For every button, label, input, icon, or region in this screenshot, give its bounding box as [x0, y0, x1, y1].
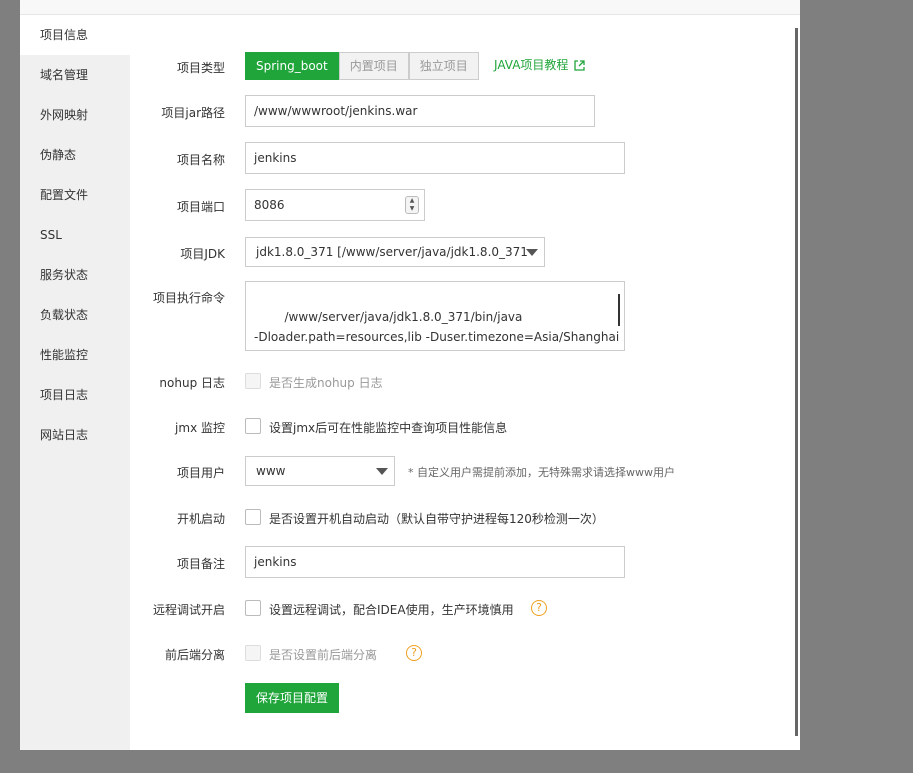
remote-debug-checkbox[interactable]	[245, 600, 261, 616]
exec-command-label: 项目执行命令	[152, 291, 225, 305]
jmx-monitor-label: jmx 监控	[175, 421, 225, 435]
jmx-monitor-row: jmx 监控 设置jmx后可在性能监控中查询项目性能信息	[130, 418, 790, 435]
type-option-spring-boot[interactable]: Spring_boot	[245, 52, 339, 80]
help-icon[interactable]: ?	[406, 645, 422, 661]
type-option-standalone[interactable]: 独立项目	[408, 52, 479, 80]
sidebar-item-ssl[interactable]: SSL	[20, 215, 130, 255]
project-name-label: 项目名称	[176, 153, 225, 167]
help-icon[interactable]: ?	[531, 600, 547, 616]
remote-debug-text: 设置远程调试，配合IDEA使用，生产环境慎用	[269, 603, 514, 617]
project-jdk-label: 项目JDK	[180, 247, 225, 261]
remark-row: 项目备注 jenkins	[130, 546, 790, 578]
project-user-hint: * 自定义用户需提前添加，无特殊需求请选择www用户	[408, 466, 675, 479]
port-stepper[interactable]: ▲ ▼	[405, 196, 419, 214]
sidebar-item-project-log[interactable]: 项目日志	[20, 375, 130, 415]
sidebar-item-domain-management[interactable]: 域名管理	[20, 55, 130, 95]
stepper-down-icon[interactable]: ▼	[406, 205, 418, 213]
sidebar-item-performance-monitor[interactable]: 性能监控	[20, 335, 130, 375]
stepper-up-icon[interactable]: ▲	[406, 197, 418, 205]
autostart-text: 是否设置开机自动启动（默认自带守护进程每120秒检测一次）	[269, 512, 604, 526]
project-type-toggle: Spring_boot 内置项目 独立项目	[245, 52, 479, 80]
frontend-separation-label: 前后端分离	[164, 648, 225, 662]
project-user-value: www	[256, 464, 286, 478]
save-row: 保存项目配置	[130, 683, 790, 713]
project-settings-dialog: 项目信息 域名管理 外网映射 伪静态 配置文件 SSL 服务状态 负载状态 性能…	[20, 0, 800, 750]
project-info-form: 项目类型 Spring_boot 内置项目 独立项目 JAVA项目教程 项目ja…	[130, 15, 800, 750]
project-user-row: 项目用户 www * 自定义用户需提前添加，无特殊需求请选择www用户	[130, 456, 790, 486]
autostart-checkbox[interactable]	[245, 509, 261, 525]
jmx-monitor-checkbox[interactable]	[245, 418, 261, 434]
chevron-down-icon	[526, 249, 538, 256]
project-name-row: 项目名称 jenkins	[130, 142, 790, 174]
remark-input[interactable]: jenkins	[245, 546, 625, 578]
project-user-select[interactable]: www	[245, 456, 395, 486]
project-jdk-select[interactable]: jdk1.8.0_371 [/www/server/java/jdk1.8.0_…	[245, 237, 545, 267]
type-option-builtin[interactable]: 内置项目	[338, 52, 409, 80]
save-config-button[interactable]: 保存项目配置	[245, 683, 340, 713]
nohup-log-row: nohup 日志 是否生成nohup 日志	[130, 373, 790, 390]
frontend-separation-text: 是否设置前后端分离	[269, 648, 378, 662]
project-port-row: 项目端口 8086 ▲ ▼	[130, 189, 790, 221]
project-type-label: 项目类型	[176, 61, 225, 75]
project-port-label: 项目端口	[176, 200, 225, 214]
sidebar-item-external-mapping[interactable]: 外网映射	[20, 95, 130, 135]
exec-command-value: /www/server/java/jdk1.8.0_371/bin/java -…	[254, 310, 620, 344]
jar-path-label: 项目jar路径	[161, 106, 225, 120]
page-scrollbar[interactable]	[795, 28, 798, 736]
autostart-row: 开机启动 是否设置开机自动启动（默认自带守护进程每120秒检测一次）	[130, 509, 790, 526]
java-tutorial-link[interactable]: JAVA项目教程	[494, 56, 586, 73]
nohup-log-checkbox[interactable]	[245, 373, 261, 389]
jmx-monitor-text: 设置jmx后可在性能监控中查询项目性能信息	[269, 421, 508, 435]
sidebar-item-service-status[interactable]: 服务状态	[20, 255, 130, 295]
project-user-label: 项目用户	[176, 466, 225, 480]
project-name-input[interactable]: jenkins	[245, 142, 625, 174]
sidebar-item-config-file[interactable]: 配置文件	[20, 175, 130, 215]
frontend-separation-checkbox[interactable]	[245, 645, 261, 661]
exec-command-row: 项目执行命令 /www/server/java/jdk1.8.0_371/bin…	[130, 281, 790, 351]
jar-path-input[interactable]: /www/wwwroot/jenkins.war	[245, 95, 595, 127]
autostart-label: 开机启动	[176, 512, 225, 526]
project-port-input[interactable]: 8086 ▲ ▼	[245, 189, 425, 221]
dialog-titlebar	[20, 0, 800, 15]
sidebar: 项目信息 域名管理 外网映射 伪静态 配置文件 SSL 服务状态 负载状态 性能…	[20, 15, 130, 750]
jar-path-row: 项目jar路径 /www/wwwroot/jenkins.war	[130, 95, 790, 127]
frontend-separation-row: 前后端分离 是否设置前后端分离 ?	[130, 645, 790, 662]
project-jdk-row: 项目JDK jdk1.8.0_371 [/www/server/java/jdk…	[130, 237, 790, 267]
nohup-log-label: nohup 日志	[159, 376, 225, 390]
sidebar-item-load-status[interactable]: 负载状态	[20, 295, 130, 335]
remote-debug-label: 远程调试开启	[152, 603, 225, 617]
java-tutorial-link-text: JAVA项目教程	[494, 58, 569, 72]
nohup-log-text: 是否生成nohup 日志	[269, 376, 383, 390]
textarea-scrollbar[interactable]	[618, 294, 620, 326]
project-jdk-value: jdk1.8.0_371 [/www/server/java/jdk1.8.0_…	[256, 245, 528, 259]
sidebar-item-site-log[interactable]: 网站日志	[20, 415, 130, 455]
project-port-value: 8086	[254, 198, 285, 212]
remark-label: 项目备注	[176, 557, 225, 571]
remote-debug-row: 远程调试开启 设置远程调试，配合IDEA使用，生产环境慎用 ?	[130, 600, 790, 617]
sidebar-item-project-info[interactable]: 项目信息	[20, 15, 130, 55]
chevron-down-icon	[376, 468, 388, 475]
sidebar-item-rewrite[interactable]: 伪静态	[20, 135, 130, 175]
project-type-row: 项目类型 Spring_boot 内置项目 独立项目 JAVA项目教程	[130, 52, 790, 80]
external-link-icon	[574, 60, 586, 71]
exec-command-textarea[interactable]: /www/server/java/jdk1.8.0_371/bin/java -…	[245, 281, 625, 351]
